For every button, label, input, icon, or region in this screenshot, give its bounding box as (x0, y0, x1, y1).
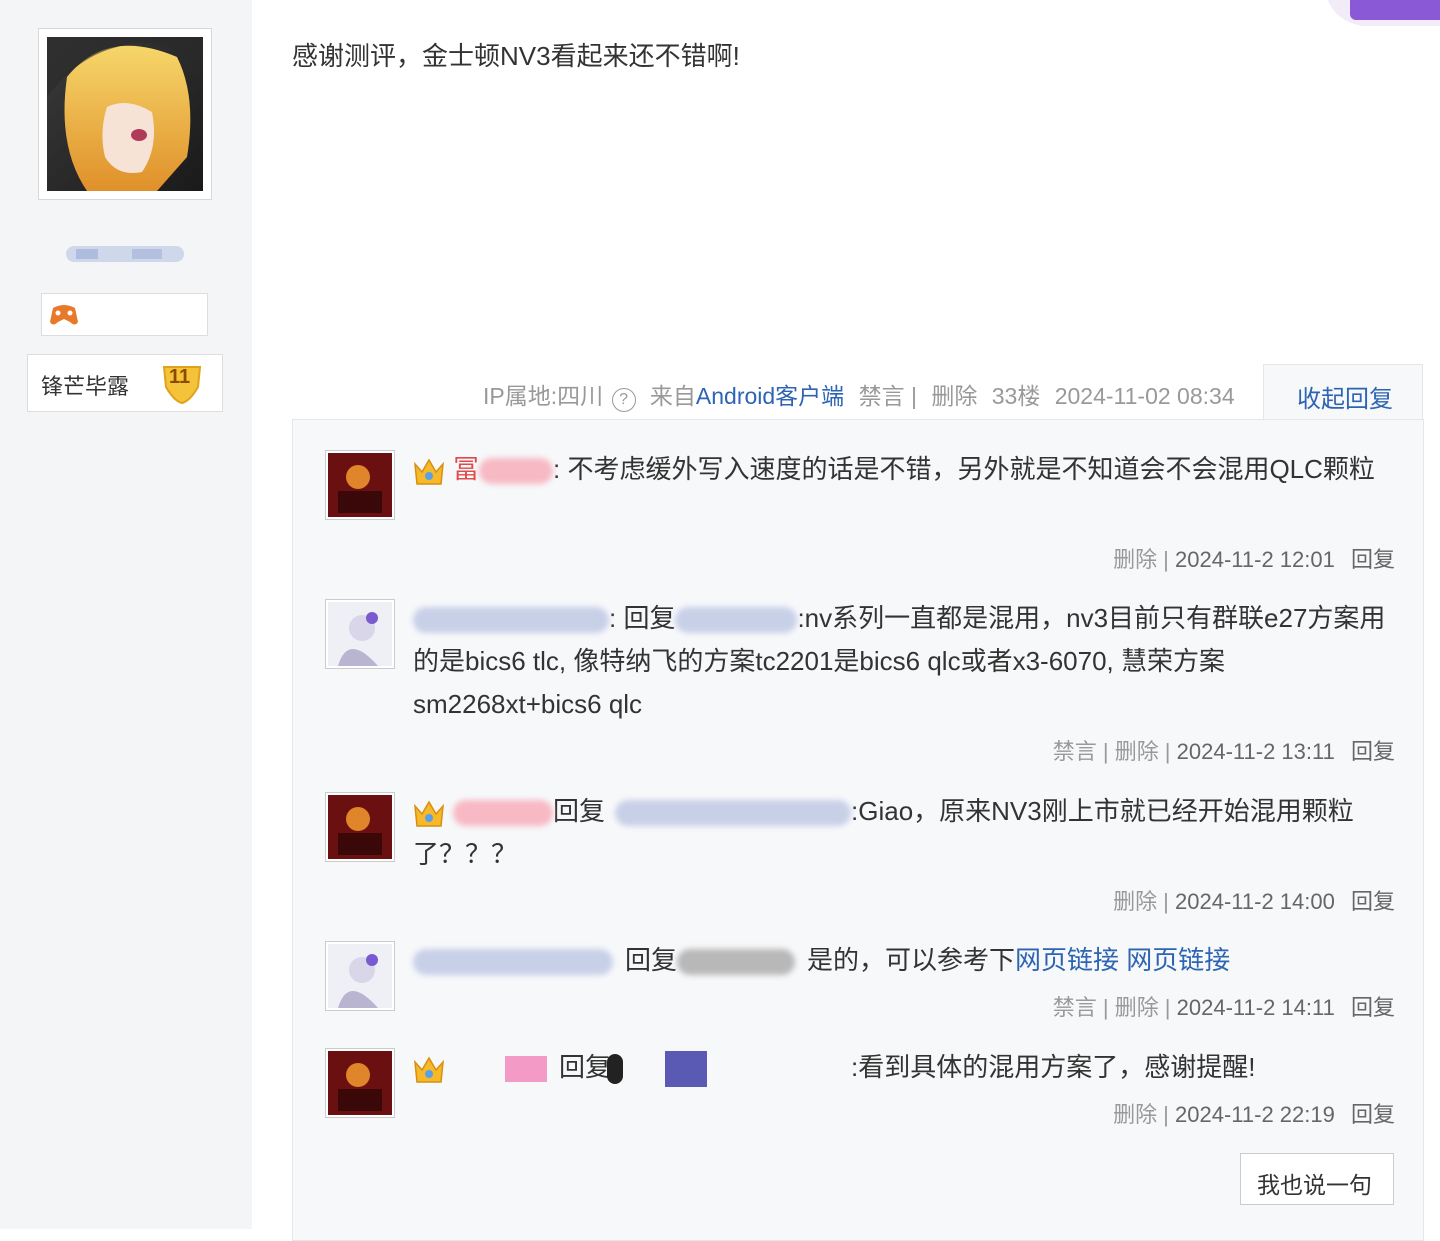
reply-button[interactable]: 回复 (1351, 547, 1395, 572)
reply-meta: 删除 | 2024-11-2 22:19 回复 (1113, 1097, 1395, 1129)
reply-body: 回复 是的，可以参考下网页链接 网页链接 (413, 939, 1398, 982)
replies-panel: 冨 : 不考虑缓外写入速度的话是不错，另外就是不知道会不会混用QLC颗粒 删除 |… (292, 419, 1424, 1241)
delete-link[interactable]: 删除 (931, 383, 977, 409)
crown-icon (414, 458, 444, 485)
target-username-blur (675, 607, 798, 634)
collapse-replies-tab[interactable]: 收起回复 (1263, 364, 1423, 421)
reply-body: 回复:Giao，原来NV3刚上市就已经开始混用颗粒了？？？ (413, 790, 1398, 876)
username-blur (479, 458, 554, 485)
rank-box[interactable]: 锋芒毕露 11 (27, 354, 223, 412)
avatar[interactable] (325, 599, 395, 669)
reply-actions[interactable]: 禁言 | 删除 | (1053, 739, 1171, 764)
reply-time: 2024-11-2 14:11 (1176, 995, 1335, 1020)
reply-word: 回复 (553, 796, 606, 826)
reply-word: 回复 (559, 1052, 612, 1082)
author-avatar[interactable] (38, 28, 212, 200)
avatar[interactable] (325, 1048, 395, 1118)
author-name-blurred[interactable] (62, 240, 188, 268)
reply-username[interactable]: 冨 (453, 454, 479, 484)
post-content: 感谢测评，金士顿NV3看起来还不错啊! (292, 41, 740, 71)
reply-body: : 回复:nv系列一直都是混用，nv3目前只有群联e27方案用的是bics6 t… (413, 597, 1398, 726)
author-sidebar: 锋芒毕露 11 (0, 0, 252, 1229)
reply-meta: 删除 | 2024-11-2 14:00 回复 (1113, 884, 1395, 916)
reply-button[interactable]: 回复 (1351, 889, 1395, 914)
reply-button[interactable]: 回复 (1351, 739, 1395, 764)
reply-actions[interactable]: 删除 | (1113, 547, 1169, 572)
reply-body: 回复 :看到具体的混用方案了，感谢提醒! (413, 1046, 1398, 1089)
reply-word: 回复 (625, 945, 678, 975)
say-something-button[interactable]: 我也说一句 (1240, 1153, 1394, 1205)
level-shield-icon: 11 (160, 361, 204, 405)
author-avatar-image (47, 37, 203, 191)
reply-body: 冨 : 不考虑缓外写入速度的话是不错，另外就是不知道会不会混用QLC颗粒 (413, 448, 1398, 491)
ip-location: IP属地:四川 (483, 383, 604, 409)
game-controller-icon (50, 305, 78, 325)
web-link[interactable]: 网页链接 (1126, 945, 1230, 975)
reply-word: : 回复 (609, 603, 676, 633)
web-link[interactable]: 网页链接 (1015, 945, 1119, 975)
avatar[interactable] (325, 450, 395, 520)
reply-time: 2024-11-2 12:01 (1175, 547, 1335, 572)
target-username-blur (615, 800, 852, 827)
say-something-label: 我也说一句 (1257, 1172, 1372, 1198)
rank-level: 11 (169, 366, 191, 388)
corner-decoration (1318, 0, 1440, 30)
mute-link[interactable]: 禁言 | (859, 383, 917, 409)
reply-time: 2024-11-2 22:19 (1175, 1102, 1335, 1127)
source-prefix: 来自 (649, 383, 696, 409)
reply-meta: 禁言 | 删除 | 2024-11-2 13:11 回复 (1053, 734, 1395, 766)
reply-actions[interactable]: 禁言 | 删除 | (1053, 995, 1171, 1020)
source-client-link[interactable]: Android客户端 (696, 383, 844, 409)
reply-button[interactable]: 回复 (1351, 1102, 1395, 1127)
username-blur (413, 607, 609, 634)
member-badge-box (41, 293, 208, 336)
username-blur (453, 800, 553, 827)
reply-button[interactable]: 回复 (1351, 995, 1395, 1020)
username-blur (607, 1054, 624, 1085)
username-blur (505, 1056, 547, 1083)
post-datetime: 2024-11-02 08:34 (1054, 383, 1235, 409)
rank-title: 锋芒毕露 (41, 374, 130, 399)
reply-actions[interactable]: 删除 | (1113, 889, 1169, 914)
reply-meta: 删除 | 2024-11-2 12:01 回复 (1113, 542, 1395, 574)
crown-icon (414, 800, 444, 827)
reply-time: 2024-11-2 13:11 (1176, 739, 1335, 764)
reply-text: 是的，可以参考下 (807, 945, 1016, 975)
reply-actions[interactable]: 删除 | (1113, 1102, 1169, 1127)
reply-time: 2024-11-2 14:00 (1175, 889, 1335, 914)
post-meta: IP属地:四川 ? 来自Android客户端 禁言 | 删除 33楼 2024-… (483, 377, 1243, 412)
avatar[interactable] (325, 941, 395, 1011)
target-username-blur (677, 949, 796, 976)
username-blur (413, 949, 613, 976)
reply-text: :看到具体的混用方案了，感谢提醒! (851, 1052, 1256, 1082)
reply-meta: 禁言 | 删除 | 2024-11-2 14:11 回复 (1053, 990, 1395, 1022)
avatar[interactable] (325, 792, 395, 862)
target-username-blur (665, 1051, 708, 1088)
collapse-replies-label[interactable]: 收起回复 (1297, 379, 1393, 414)
floor-number: 33楼 (991, 383, 1041, 409)
help-icon[interactable]: ? (611, 388, 636, 412)
reply-text: : 不考虑缓外写入速度的话是不错，另外就是不知道会不会混用QLC颗粒 (553, 454, 1375, 484)
crown-icon (414, 1056, 444, 1083)
